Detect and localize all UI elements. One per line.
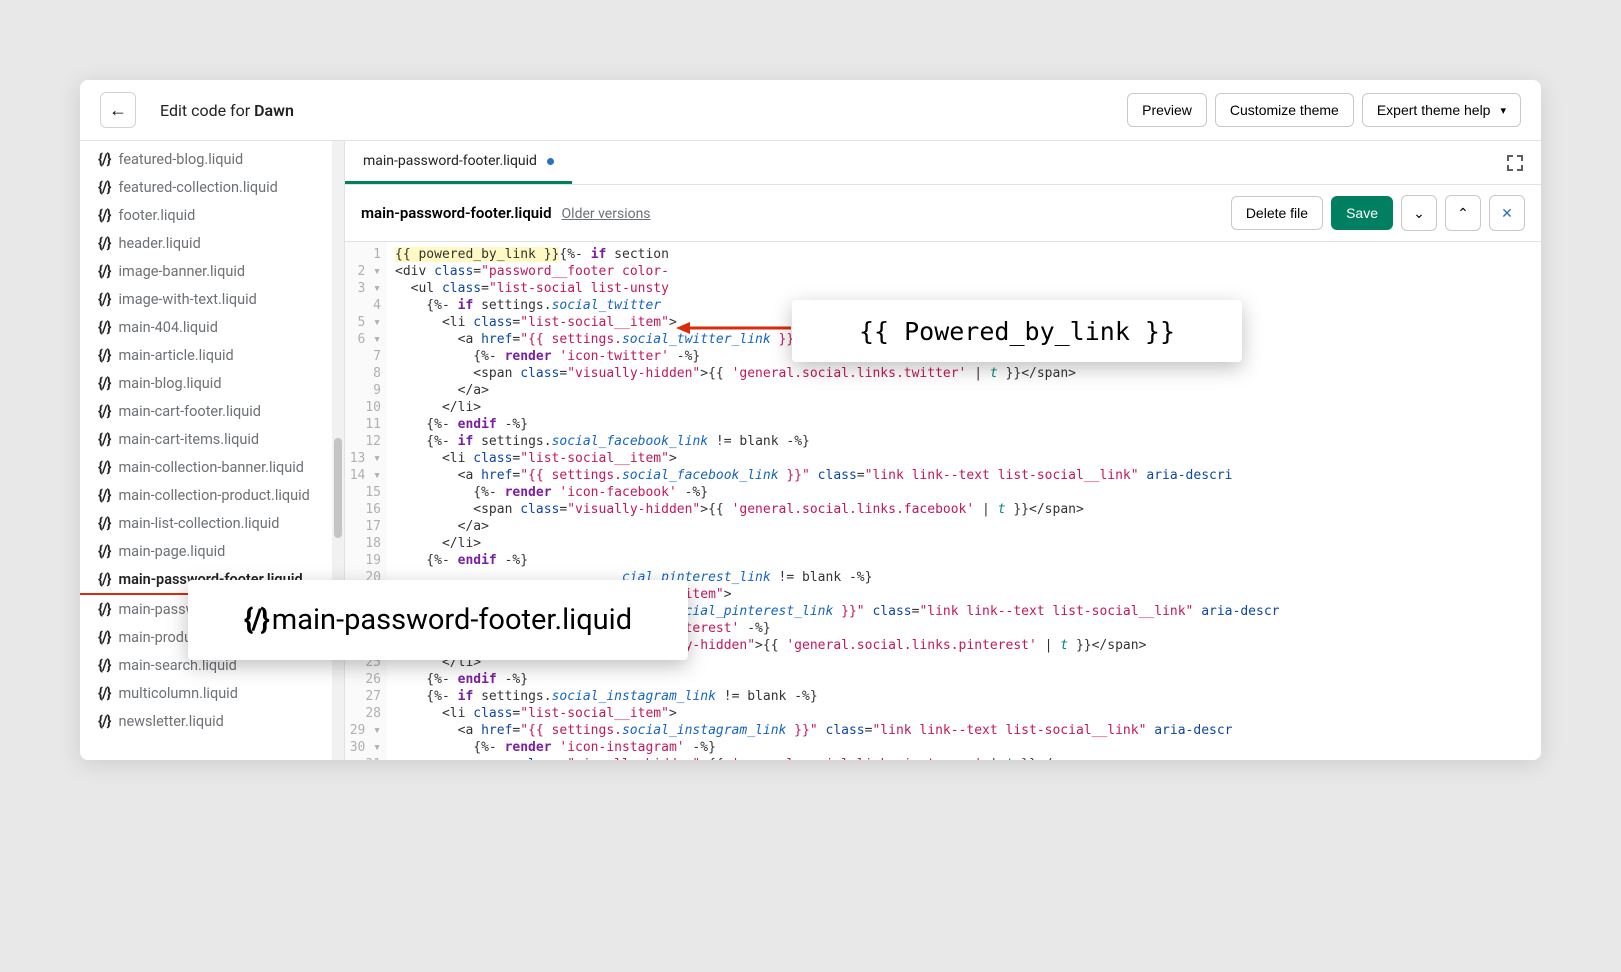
sidebar-file-item[interactable]: {/} main-cart-footer.liquid: [80, 397, 344, 425]
sidebar-file-item[interactable]: {/} multicolumn.liquid: [80, 679, 344, 707]
sidebar-file-label: main-cart-items.liquid: [118, 431, 259, 448]
annotation-file-icon: {/}: [244, 603, 268, 637]
sidebar-file-label: main-list-collection.liquid: [118, 515, 279, 532]
liquid-file-icon: {/}: [98, 290, 110, 308]
sidebar-file-label: featured-blog.liquid: [118, 151, 243, 168]
sidebar-file-label: main-blog.liquid: [118, 375, 221, 392]
liquid-file-icon: {/}: [98, 684, 110, 702]
annotation-filename-callout: {/}main-password-footer.liquid: [188, 580, 688, 660]
delete-file-button[interactable]: Delete file: [1231, 196, 1323, 230]
annotation-code-text: {{ Powered_by_link }}: [859, 317, 1175, 346]
main-area: {/} featured-blog.liquid {/} featured-colle…: [80, 141, 1541, 760]
topbar-right: Preview Customize theme Expert theme hel…: [1127, 93, 1521, 127]
customize-theme-button[interactable]: Customize theme: [1215, 93, 1354, 127]
sidebar-file-item[interactable]: {/} main-article.liquid: [80, 341, 344, 369]
tab-filename: main-password-footer.liquid: [363, 153, 537, 169]
topbar: ← Edit code for Dawn Preview Customize t…: [80, 80, 1541, 141]
liquid-file-icon: {/}: [98, 514, 110, 532]
sidebar-file-label: image-with-text.liquid: [118, 291, 256, 308]
sidebar-file-label: main-article.liquid: [118, 347, 233, 364]
sidebar-file-item[interactable]: {/} featured-blog.liquid: [80, 145, 344, 173]
sidebar-file-item[interactable]: {/} main-404.liquid: [80, 313, 344, 341]
sidebar-file-item[interactable]: {/} main-collection-banner.liquid: [80, 453, 344, 481]
tab-strip: main-password-footer.liquid: [345, 141, 1541, 185]
liquid-file-icon: {/}: [98, 262, 110, 280]
liquid-file-icon: {/}: [98, 150, 110, 168]
liquid-file-icon: {/}: [98, 402, 110, 420]
sidebar-file-label: main-404.liquid: [118, 319, 217, 336]
liquid-file-icon: {/}: [98, 430, 110, 448]
prev-match-button[interactable]: ⌃: [1445, 195, 1481, 231]
older-versions-link[interactable]: Older versions: [562, 206, 651, 222]
sidebar-file-item[interactable]: {/} main-list-collection.liquid: [80, 509, 344, 537]
arrow-left-icon: ←: [109, 100, 127, 121]
liquid-file-icon: {/}: [98, 234, 110, 252]
liquid-file-icon: {/}: [98, 178, 110, 196]
scrollbar-track[interactable]: [332, 141, 344, 760]
sidebar-file-item[interactable]: {/} featured-collection.liquid: [80, 173, 344, 201]
sidebar-file-item[interactable]: {/} image-banner.liquid: [80, 257, 344, 285]
annotation-filename-text: main-password-footer.liquid: [272, 603, 632, 637]
sidebar-file-item[interactable]: {/} image-with-text.liquid: [80, 285, 344, 313]
sidebar-file-label: header.liquid: [118, 235, 200, 252]
liquid-file-icon: {/}: [98, 712, 110, 730]
liquid-file-icon: {/}: [98, 542, 110, 560]
dirty-indicator-icon: [547, 158, 554, 165]
preview-button[interactable]: Preview: [1127, 93, 1207, 127]
sidebar-file-label: multicolumn.liquid: [118, 685, 237, 702]
fullscreen-icon[interactable]: [1505, 153, 1525, 173]
back-button[interactable]: ←: [100, 92, 136, 128]
liquid-file-icon: {/}: [98, 346, 110, 364]
sidebar-file-label: main-collection-product.liquid: [118, 487, 309, 504]
expert-help-button[interactable]: Expert theme help: [1362, 93, 1521, 127]
sidebar-file-label: main-collection-banner.liquid: [118, 459, 303, 476]
sidebar-file-item[interactable]: {/} header.liquid: [80, 229, 344, 257]
annotation-code-callout: {{ Powered_by_link }}: [792, 300, 1242, 362]
sidebar[interactable]: {/} featured-blog.liquid {/} featured-colle…: [80, 141, 345, 760]
file-header-right: Delete file Save ⌄ ⌃ ✕: [1231, 195, 1525, 231]
sidebar-file-item[interactable]: {/} main-page.liquid: [80, 537, 344, 565]
next-match-button[interactable]: ⌄: [1401, 195, 1437, 231]
liquid-file-icon: {/}: [98, 600, 110, 618]
liquid-file-icon: {/}: [98, 374, 110, 392]
file-header-name: main-password-footer.liquid: [361, 204, 552, 222]
file-header-left: main-password-footer.liquid Older versio…: [361, 204, 651, 222]
sidebar-file-item[interactable]: {/} newsletter.liquid: [80, 707, 344, 735]
sidebar-file-label: footer.liquid: [118, 207, 195, 224]
active-tab[interactable]: main-password-footer.liquid: [345, 141, 572, 184]
line-gutter: 12 ▾3 ▾45 ▾6 ▾78910111213 ▾14 ▾151617181…: [345, 242, 387, 760]
close-search-button[interactable]: ✕: [1489, 195, 1525, 231]
sidebar-file-label: featured-collection.liquid: [118, 179, 277, 196]
sidebar-file-item[interactable]: {/} main-blog.liquid: [80, 369, 344, 397]
liquid-file-icon: {/}: [98, 206, 110, 224]
liquid-file-icon: {/}: [98, 486, 110, 504]
sidebar-file-label: image-banner.liquid: [118, 263, 245, 280]
page-title-theme: Dawn: [254, 101, 294, 120]
liquid-file-icon: {/}: [98, 458, 110, 476]
save-button[interactable]: Save: [1331, 196, 1393, 230]
page-title: Edit code for Dawn: [160, 101, 294, 120]
sidebar-file-item[interactable]: {/} main-cart-items.liquid: [80, 425, 344, 453]
liquid-file-icon: {/}: [98, 570, 110, 588]
editor-pane: main-password-footer.liquid main-passwor…: [345, 141, 1541, 760]
sidebar-file-label: newsletter.liquid: [118, 713, 223, 730]
sidebar-file-item[interactable]: {/} main-collection-product.liquid: [80, 481, 344, 509]
liquid-file-icon: {/}: [98, 318, 110, 336]
sidebar-file-label: main-cart-footer.liquid: [118, 403, 261, 420]
chevron-down-icon: ⌄: [1413, 205, 1425, 222]
liquid-file-icon: {/}: [98, 656, 110, 674]
chevron-up-icon: ⌃: [1457, 205, 1469, 222]
liquid-file-icon: {/}: [98, 628, 110, 646]
file-header: main-password-footer.liquid Older versio…: [345, 185, 1541, 242]
editor-frame: ← Edit code for Dawn Preview Customize t…: [80, 80, 1541, 760]
close-icon: ✕: [1501, 205, 1513, 222]
scrollbar-thumb[interactable]: [334, 438, 342, 538]
sidebar-file-item[interactable]: {/} footer.liquid: [80, 201, 344, 229]
sidebar-file-label: main-page.liquid: [118, 543, 225, 560]
topbar-left: ← Edit code for Dawn: [100, 92, 294, 128]
page-title-prefix: Edit code for: [160, 101, 254, 120]
